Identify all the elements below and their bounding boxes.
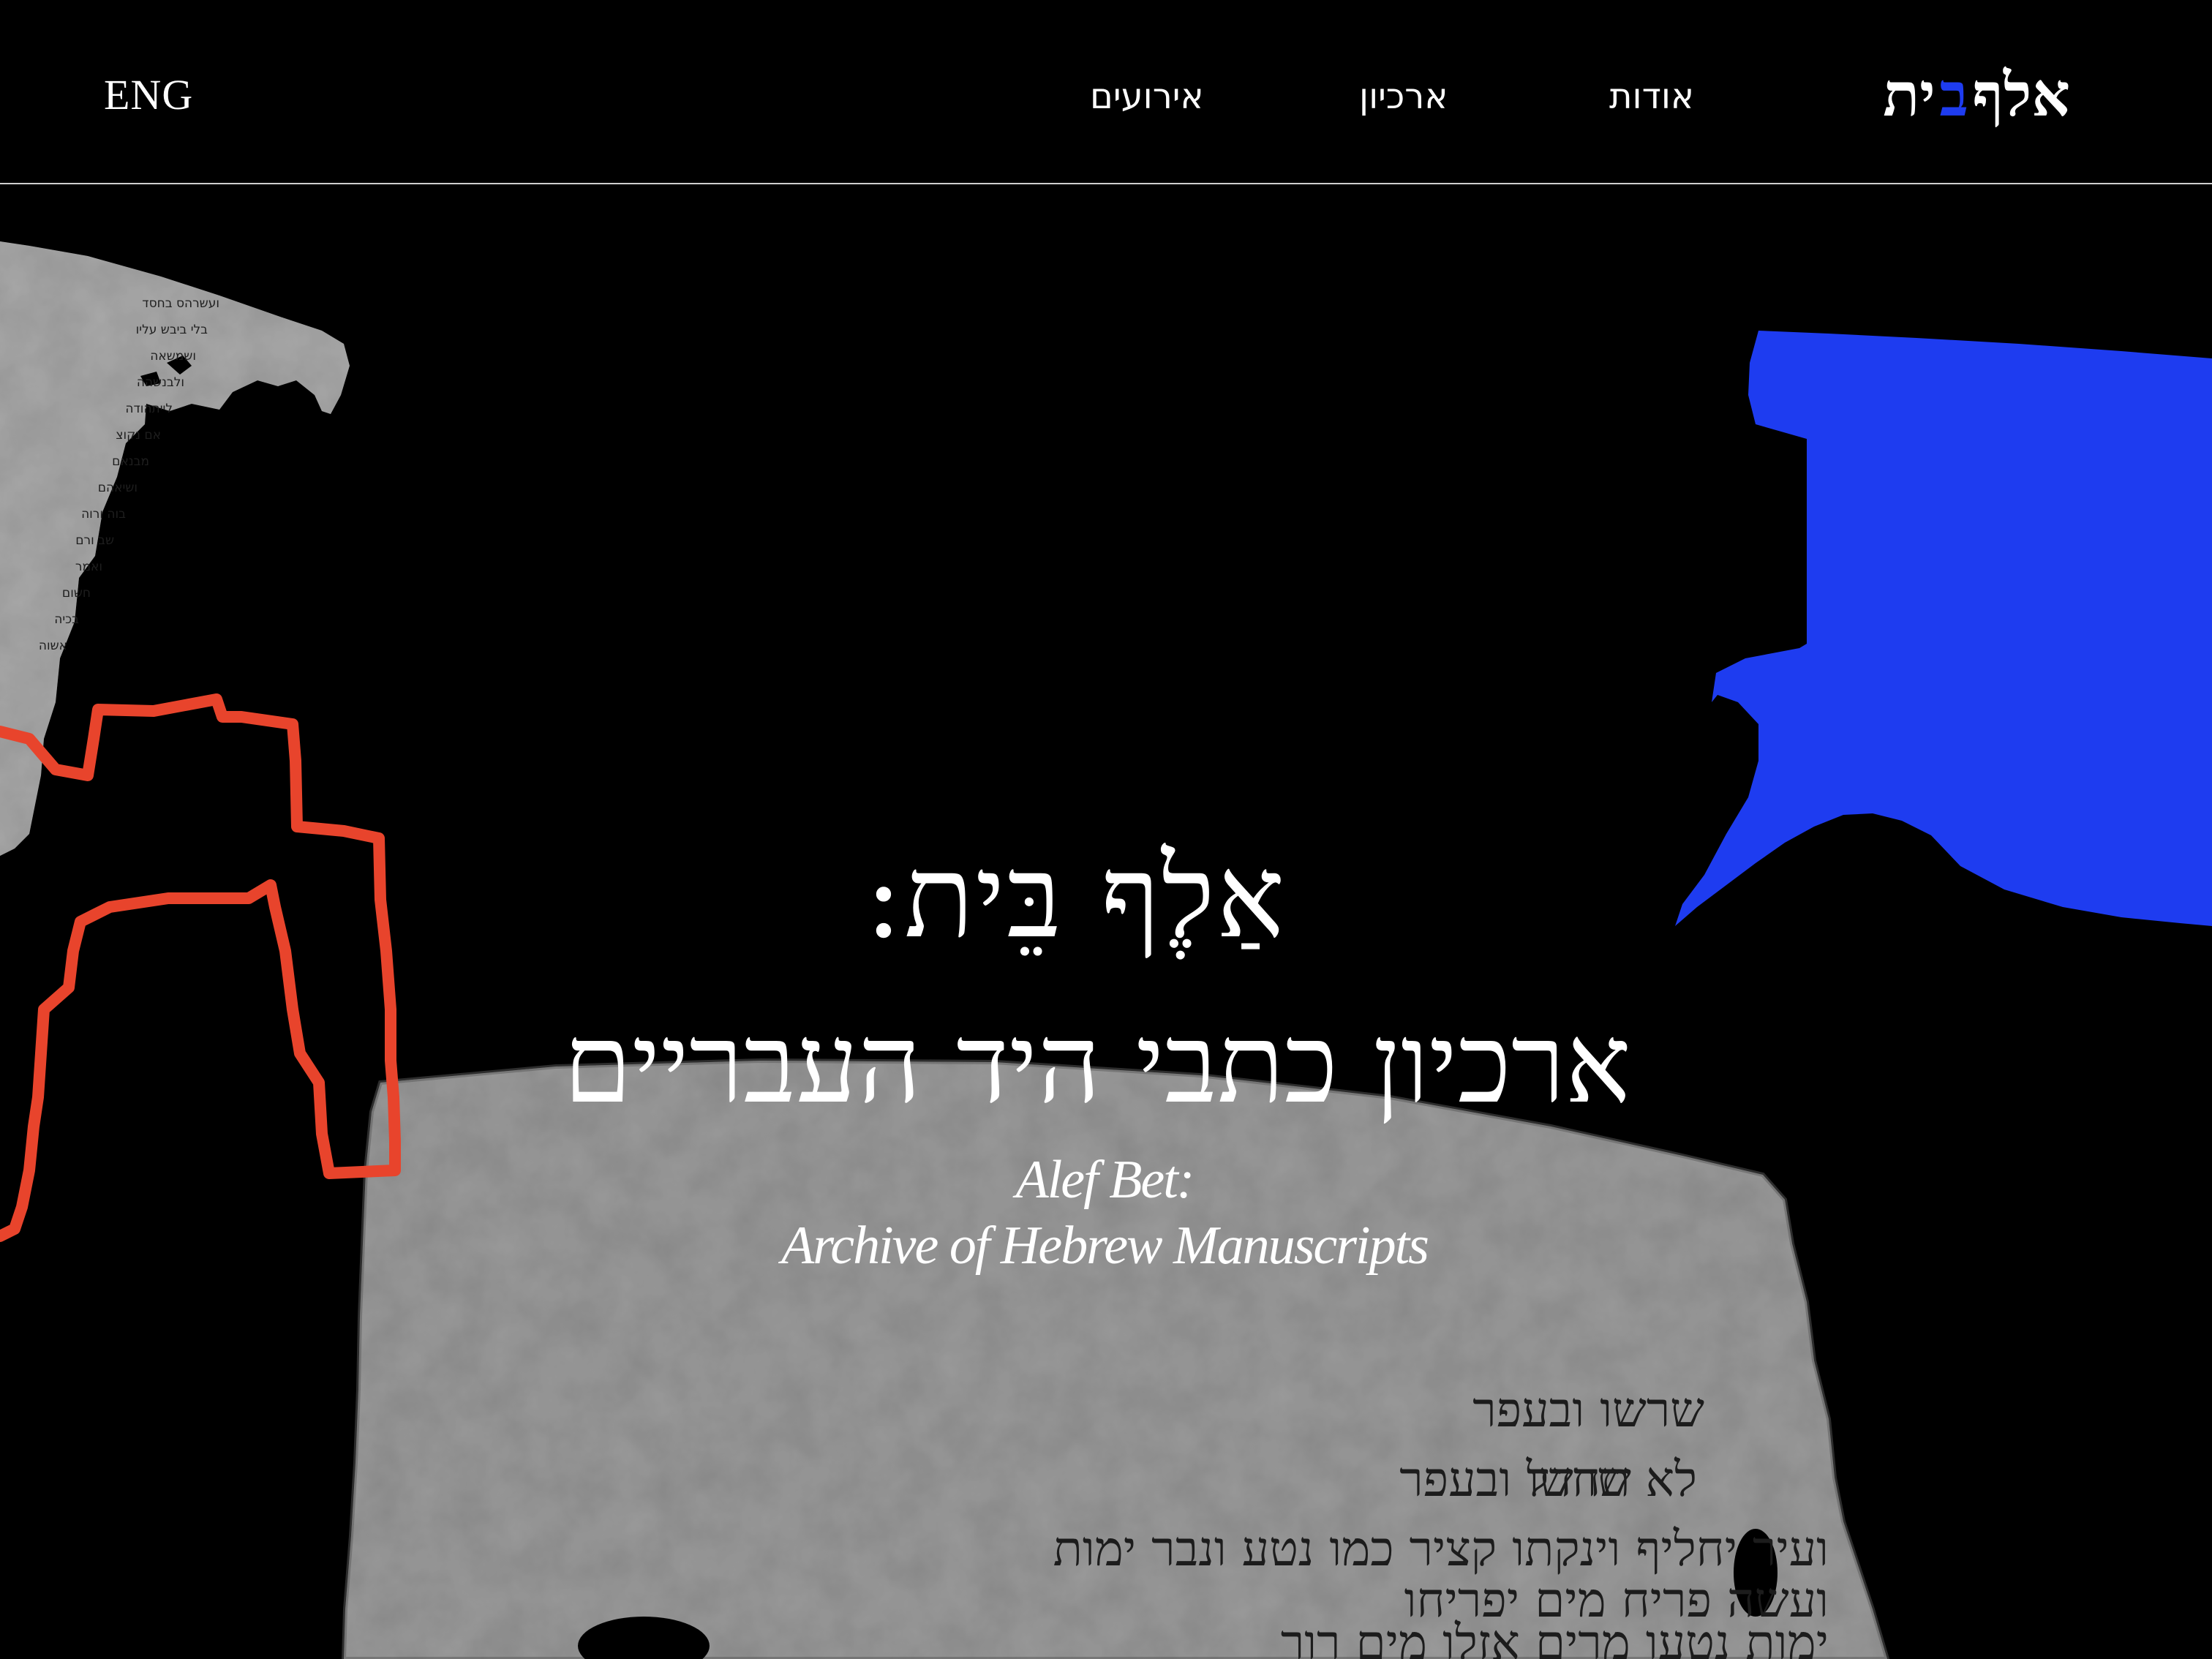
manuscript-image: שרשו ובעפרשרשו ובעפרלא תחדלועיר יחליף וי… xyxy=(341,1058,1890,1659)
scroll-line: אשוה xyxy=(39,639,67,653)
language-switch-link[interactable]: ENG xyxy=(104,70,193,119)
hero-artwork: ועשרהס בחסד בלי ביבש עליו ושמשאה ולבנשהה ליי… xyxy=(0,241,2212,1659)
scroll-line: חשום xyxy=(62,586,91,601)
site-logo[interactable]: אלף ב ית xyxy=(1851,60,2070,133)
scroll-line: ולבנשהה xyxy=(137,375,184,390)
manuscript-line: ועיר יחליף וינקתו קציר כמו נטע ונבר ימות xyxy=(1053,1521,1829,1577)
scroll-line: מבנאם xyxy=(112,454,149,469)
nav-item-events[interactable]: אירועים xyxy=(1090,76,1204,117)
scroll-line: בלי ביבש עליו xyxy=(136,323,208,337)
page: ועשרהס בחסד בלי ביבש עליו ושמשאה ולבנשהה ליי… xyxy=(0,0,2212,1659)
nav-item-archive[interactable]: ארכיון xyxy=(1359,76,1448,117)
scroll-line: ושיאהם xyxy=(98,481,138,495)
logo-text-bet-rest: ית xyxy=(1883,60,1936,130)
scroll-line: ועשרהס בחסד xyxy=(142,296,219,311)
manuscript-line: ימות נטעו מרים אזלו מים רור xyxy=(1281,1614,1829,1659)
logo-text-alef: אלף xyxy=(1972,60,2071,130)
red-outline-shape xyxy=(0,693,401,1242)
nav-item-about[interactable]: אודות xyxy=(1609,76,1694,117)
scroll-line: ושמשאה xyxy=(150,349,196,364)
scroll-line: בכיה xyxy=(54,612,79,627)
logo-text-bet-mark: ב xyxy=(1939,60,1968,130)
scroll-line: ואמר xyxy=(75,560,102,574)
scroll-line: שב ורם xyxy=(75,533,114,548)
manuscript-line: שרשו ובעפר xyxy=(1472,1382,1704,1438)
scroll-line: לייתהודה xyxy=(125,402,173,416)
scroll-line: אם נקוצ xyxy=(116,428,161,443)
scroll-line: בוה ורוה xyxy=(81,507,126,522)
manuscript-line: לא תחדל xyxy=(1526,1451,1697,1508)
blue-flag-shape xyxy=(1675,331,2212,926)
site-header: ENG אירועים ארכיון אודות אלף ב ית xyxy=(0,0,2212,184)
